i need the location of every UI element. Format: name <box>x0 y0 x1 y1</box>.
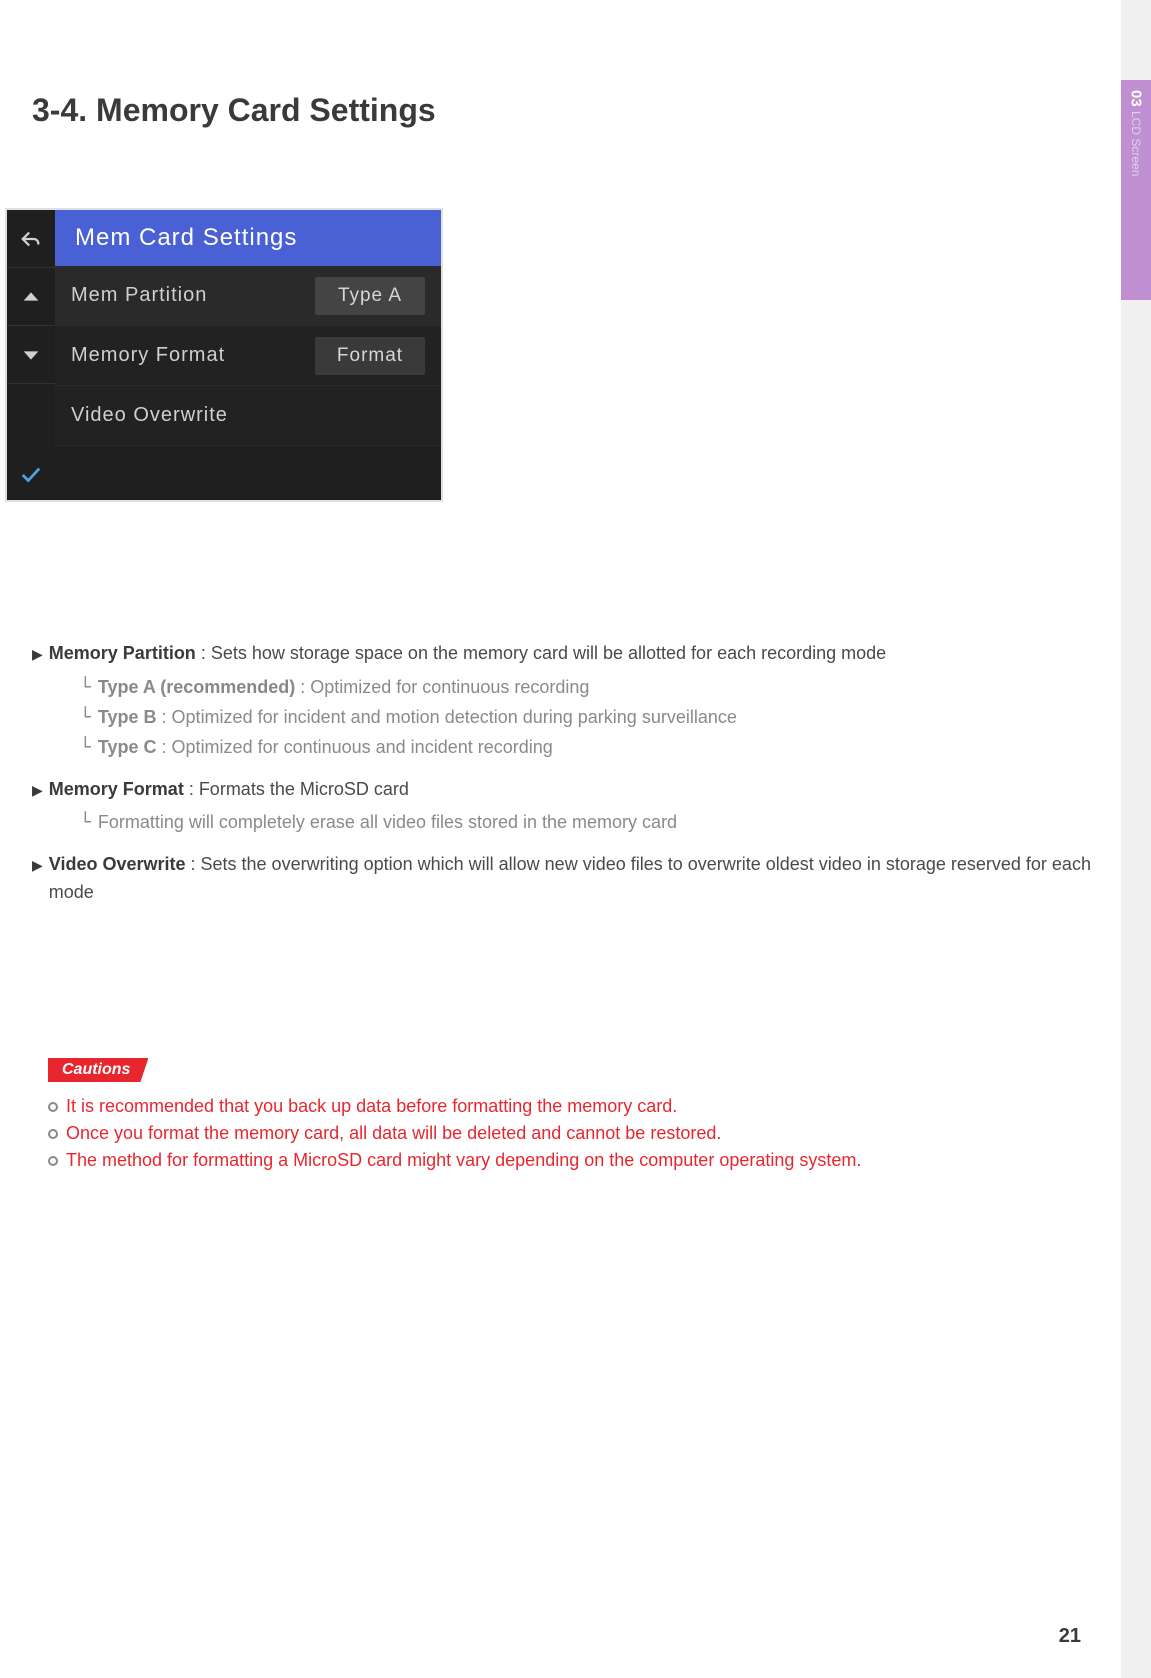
content-body: ▶ Memory Partition : Sets how storage sp… <box>32 640 1091 921</box>
section-memory-format: ▶ Memory Format : Formats the MicroSD ca… <box>32 776 1091 838</box>
triangle-bullet-icon: ▶ <box>32 780 43 802</box>
section-desc: : Sets the overwriting option which will… <box>49 854 1091 902</box>
ring-bullet-icon <box>48 1102 58 1112</box>
section-title: Memory Format <box>49 779 184 799</box>
triangle-bullet-icon: ▶ <box>32 855 43 877</box>
section-video-overwrite: ▶ Video Overwrite : Sets the overwriting… <box>32 851 1091 907</box>
branch-icon: └ <box>80 707 91 728</box>
caution-item: It is recommended that you back up data … <box>48 1096 1071 1117</box>
caution-item: The method for formatting a MicroSD card… <box>48 1150 1071 1171</box>
section-desc: : Formats the MicroSD card <box>184 779 409 799</box>
down-icon[interactable] <box>7 326 55 384</box>
device-row-label: Memory Format <box>71 344 225 367</box>
section-title: Video Overwrite <box>49 854 186 874</box>
confirm-icon[interactable] <box>7 384 55 500</box>
device-row-video-overwrite[interactable]: Video Overwrite <box>55 386 441 446</box>
sub-item-type-c: └ Type C : Optimized for continuous and … <box>80 734 1091 762</box>
sub-item-type-b: └ Type B : Optimized for incident and mo… <box>80 704 1091 732</box>
sub-item-format-note: └ Formatting will completely erase all v… <box>80 809 1091 837</box>
page-number: 21 <box>1059 1625 1081 1648</box>
triangle-bullet-icon: ▶ <box>32 644 43 666</box>
branch-icon: └ <box>80 812 91 833</box>
branch-icon: └ <box>80 737 91 758</box>
cautions-block: Cautions It is recommended that you back… <box>48 1058 1071 1177</box>
device-header: Mem Card Settings <box>55 210 441 266</box>
sub-item-type-a: └ Type A (recommended) : Optimized for c… <box>80 674 1091 702</box>
section-memory-partition: ▶ Memory Partition : Sets how storage sp… <box>32 640 1091 762</box>
chapter-label: LCD Screen <box>1129 111 1143 176</box>
device-row-value: Format <box>315 337 425 375</box>
device-screenshot: Mem Card Settings Mem Partition Type A M… <box>5 208 443 502</box>
page-title: 3-4. Memory Card Settings <box>32 92 436 129</box>
section-title: Memory Partition <box>49 643 196 663</box>
device-row-empty <box>55 446 441 500</box>
device-sidebar <box>7 210 55 500</box>
cautions-label: Cautions <box>48 1058 148 1082</box>
up-icon[interactable] <box>7 268 55 326</box>
ring-bullet-icon <box>48 1156 58 1166</box>
device-row-value: Type A <box>315 277 425 315</box>
branch-icon: └ <box>80 677 91 698</box>
back-icon[interactable] <box>7 210 55 268</box>
device-row-label: Video Overwrite <box>71 404 228 427</box>
ring-bullet-icon <box>48 1129 58 1139</box>
chapter-tab: 03 LCD Screen <box>1121 80 1151 300</box>
device-row-label: Mem Partition <box>71 284 207 307</box>
section-desc: : Sets how storage space on the memory c… <box>196 643 886 663</box>
caution-item: Once you format the memory card, all dat… <box>48 1123 1071 1144</box>
device-row-mem-partition[interactable]: Mem Partition Type A <box>55 266 441 326</box>
chapter-number: 03 <box>1128 90 1145 107</box>
device-row-memory-format[interactable]: Memory Format Format <box>55 326 441 386</box>
